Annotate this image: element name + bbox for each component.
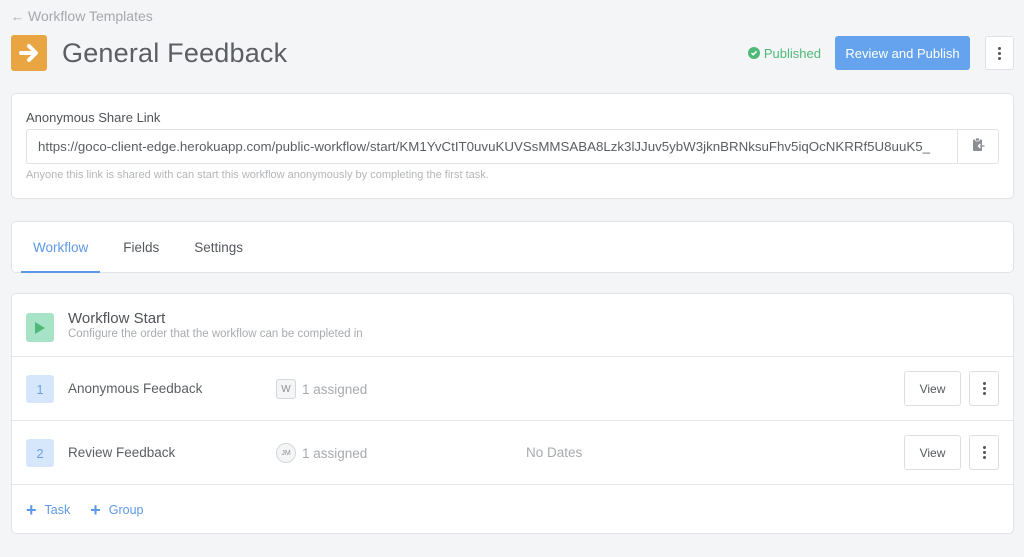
plus-icon: + bbox=[26, 500, 37, 520]
kebab-dot bbox=[982, 456, 986, 459]
kebab-dot bbox=[998, 46, 1001, 50]
arrow-right-icon bbox=[11, 35, 47, 71]
share-link-label: Anonymous Share Link bbox=[26, 110, 161, 125]
add-group-button[interactable]: + Group bbox=[90, 501, 143, 519]
workflow-start-title: Workflow Start bbox=[68, 310, 166, 327]
workflow-start: Workflow Start Configure the order that … bbox=[12, 294, 1013, 357]
workflow-start-subtitle: Configure the order that the workflow ca… bbox=[68, 328, 363, 340]
page-header: General Feedback Published Review and Pu… bbox=[11, 35, 1014, 71]
workflow-card: Workflow Start Configure the order that … bbox=[11, 293, 1014, 534]
kebab-dot bbox=[982, 382, 986, 385]
tab-fields[interactable]: Fields bbox=[111, 222, 171, 272]
task-name: Anonymous Feedback bbox=[68, 381, 203, 396]
kebab-dot bbox=[982, 451, 986, 454]
tab-settings[interactable]: Settings bbox=[182, 222, 255, 272]
status-label: Published bbox=[763, 45, 821, 61]
view-task-button[interactable]: View bbox=[904, 435, 961, 470]
kebab-dot bbox=[982, 392, 986, 395]
assigned-count: 1 assigned bbox=[302, 381, 368, 397]
task-row: 1 Anonymous Feedback W 1 assigned View bbox=[12, 357, 1013, 421]
back-arrow-icon: ← bbox=[11, 8, 24, 24]
tabs-card: Workflow Fields Settings bbox=[11, 221, 1014, 273]
breadcrumb-label: Workflow Templates bbox=[28, 8, 153, 24]
copy-link-button[interactable] bbox=[957, 129, 999, 164]
tab-bar: Workflow Fields Settings bbox=[12, 222, 1013, 273]
add-task-label: Task bbox=[44, 503, 71, 517]
task-number: 2 bbox=[26, 439, 54, 467]
avatar: W bbox=[276, 379, 296, 399]
add-task-button[interactable]: + Task bbox=[26, 501, 70, 519]
tab-workflow[interactable]: Workflow bbox=[21, 222, 101, 273]
status-badge: Published bbox=[747, 45, 821, 61]
assigned-count: 1 assigned bbox=[302, 445, 368, 461]
review-and-publish-button[interactable]: Review and Publish bbox=[835, 36, 970, 70]
more-options-button[interactable] bbox=[985, 36, 1014, 70]
kebab-dot bbox=[998, 56, 1001, 60]
task-number: 1 bbox=[26, 375, 54, 403]
task-options-button[interactable] bbox=[969, 371, 999, 406]
task-row: 2 Review Feedback JM 1 assigned No Dates… bbox=[12, 421, 1013, 485]
share-link-card: Anonymous Share Link Anyone this link is… bbox=[11, 93, 1014, 199]
kebab-dot bbox=[982, 387, 986, 390]
task-options-button[interactable] bbox=[969, 435, 999, 470]
plus-icon: + bbox=[90, 500, 101, 520]
task-assignee: JM 1 assigned bbox=[276, 443, 367, 463]
task-dates: No Dates bbox=[526, 445, 583, 460]
view-task-button[interactable]: View bbox=[904, 371, 961, 406]
kebab-dot bbox=[998, 51, 1001, 55]
page-title: General Feedback bbox=[62, 37, 288, 68]
check-circle-icon bbox=[747, 47, 760, 59]
task-name: Review Feedback bbox=[68, 445, 176, 460]
breadcrumb-back-link[interactable]: ← Workflow Templates bbox=[11, 8, 153, 24]
avatar: JM bbox=[276, 443, 296, 463]
play-icon bbox=[26, 313, 54, 342]
add-actions: + Task + Group bbox=[26, 501, 143, 519]
share-link-input[interactable] bbox=[26, 129, 957, 164]
clipboard-icon bbox=[972, 137, 985, 157]
kebab-dot bbox=[982, 446, 986, 449]
share-link-hint: Anyone this link is shared with can star… bbox=[26, 169, 489, 181]
task-assignee: W 1 assigned bbox=[276, 379, 367, 399]
add-group-label: Group bbox=[108, 503, 144, 517]
